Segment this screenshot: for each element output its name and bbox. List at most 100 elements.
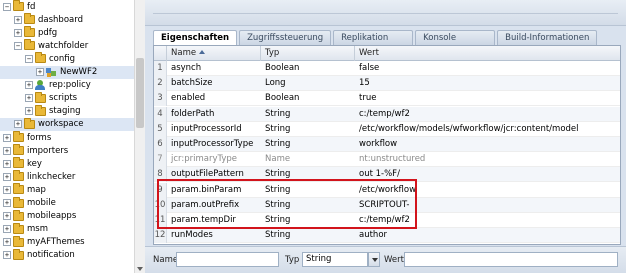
- tree-item[interactable]: + rep:policy: [0, 79, 134, 92]
- tree-item[interactable]: − config: [0, 52, 134, 65]
- expand-icon[interactable]: +: [3, 225, 11, 234]
- tree-item[interactable]: + forms: [0, 131, 134, 144]
- table-row[interactable]: 3 enabled Boolean true: [154, 91, 620, 107]
- tree-item[interactable]: + staging: [0, 104, 134, 118]
- tree-item[interactable]: − fd: [0, 0, 134, 13]
- table-row[interactable]: 6 inputProcessorType String workflow: [154, 137, 620, 152]
- folder-icon: [13, 183, 24, 195]
- tree-item[interactable]: − watchfolder: [0, 39, 134, 52]
- expand-icon[interactable]: +: [36, 68, 44, 76]
- tab-konsole[interactable]: Konsole: [415, 30, 496, 45]
- header-value[interactable]: Wert: [355, 46, 620, 61]
- tree-item-label: forms: [27, 132, 52, 143]
- type-dropdown-button[interactable]: [368, 252, 380, 267]
- table-row[interactable]: 1 asynch Boolean false: [154, 61, 620, 76]
- tab-zugriffssteuerung[interactable]: Zugriffssteuerung: [239, 30, 332, 45]
- row-number: 6: [154, 137, 167, 152]
- tree-item[interactable]: + workspace: [0, 117, 134, 131]
- expand-icon[interactable]: +: [3, 199, 11, 207]
- property-value: c:/temp/wf2: [359, 215, 410, 225]
- expand-icon[interactable]: +: [14, 28, 22, 37]
- table-row[interactable]: 10 param.outPrefix String SCRIPTOUT-: [154, 197, 620, 213]
- expand-icon[interactable]: +: [3, 212, 11, 221]
- collapse-icon[interactable]: −: [25, 54, 33, 63]
- tree-item-label: NewWF2: [60, 67, 98, 77]
- property-name: runModes: [171, 230, 213, 241]
- table-row[interactable]: 4 folderPath String c:/temp/wf2: [154, 106, 620, 122]
- expand-icon[interactable]: +: [25, 107, 33, 116]
- tree-item-label: myAFThemes: [27, 237, 85, 248]
- expand-icon[interactable]: +: [3, 146, 11, 155]
- expand-icon[interactable]: +: [3, 251, 11, 260]
- table-row[interactable]: 12 runModes String author: [154, 228, 620, 244]
- tab-build-informationen[interactable]: Build-Informationen: [497, 30, 598, 45]
- tree-item[interactable]: + scripts: [0, 91, 134, 105]
- expand-icon[interactable]: +: [25, 94, 33, 103]
- tree-item[interactable]: + importers: [0, 144, 134, 157]
- chevron-down-icon: [372, 258, 378, 262]
- table-row[interactable]: 2 batchSize Long 15: [154, 76, 620, 92]
- property-type: String: [265, 123, 291, 134]
- expand-icon[interactable]: +: [14, 120, 22, 129]
- tree-item[interactable]: + linkchecker: [0, 170, 134, 183]
- folder-icon: [24, 39, 35, 51]
- panel-toolbar: [145, 0, 626, 26]
- add-property-form: Name Typ String Wert: [145, 246, 626, 273]
- tab-eigenschaften[interactable]: Eigenschaften: [153, 30, 238, 46]
- table-row[interactable]: 7 jcr:primaryType Name nt:unstructured: [154, 152, 620, 168]
- expand-icon[interactable]: +: [3, 172, 11, 181]
- tree-item[interactable]: + key: [0, 157, 134, 170]
- table-row[interactable]: 11 param.tempDir String c:/temp/wf2: [154, 213, 620, 228]
- grid-header: Name Typ Wert: [154, 46, 620, 61]
- row-number: 3: [154, 91, 167, 107]
- property-name: param.outPrefix: [171, 199, 240, 210]
- tree-item[interactable]: + myAFThemes: [0, 235, 134, 249]
- property-name: param.tempDir: [171, 215, 236, 225]
- tree-item-label: mobile: [27, 198, 56, 208]
- row-number: 9: [154, 182, 167, 198]
- tree-item-label: dashboard: [38, 14, 83, 25]
- property-name: param.binParam: [171, 184, 242, 195]
- properties-grid: Name Typ Wert 1 asynch Boolean false 2 batchS…: [153, 45, 621, 245]
- table-row[interactable]: 8 outputFilePattern String out 1-%F/: [154, 167, 620, 183]
- tree-item[interactable]: + NewWF2: [0, 65, 134, 79]
- table-row[interactable]: 9 param.binParam String/etc/workflow: [154, 182, 620, 198]
- expand-icon[interactable]: +: [14, 15, 22, 24]
- tree-item[interactable]: + msm: [0, 222, 134, 236]
- tree-item[interactable]: + mobile: [0, 196, 134, 210]
- tree-item[interactable]: + dashboard: [0, 13, 134, 26]
- tree-item-label: scripts: [49, 93, 78, 104]
- name-label: Name: [153, 255, 179, 265]
- tree-scrollbar[interactable]: [134, 0, 145, 273]
- tree-item[interactable]: + notification: [0, 248, 134, 262]
- tree-item[interactable]: + pdfg: [0, 26, 134, 39]
- table-row[interactable]: 5 inputProcessorId String/etc/workflow/mod…: [154, 121, 620, 137]
- header-name-label: Name: [171, 48, 197, 58]
- type-select[interactable]: String: [302, 252, 368, 267]
- scroll-down-arrow-icon[interactable]: [137, 267, 143, 271]
- expand-icon[interactable]: +: [3, 159, 11, 168]
- expand-icon[interactable]: +: [25, 81, 33, 90]
- tab-replikation[interactable]: Replikation: [333, 30, 414, 45]
- header-type[interactable]: Typ: [261, 46, 355, 61]
- value-input[interactable]: [404, 252, 618, 267]
- property-type: String: [265, 230, 291, 241]
- collapse-icon[interactable]: −: [3, 2, 11, 11]
- expand-icon[interactable]: +: [3, 133, 11, 142]
- tree-scrollbar-thumb[interactable]: [136, 58, 144, 128]
- expand-icon[interactable]: +: [3, 238, 11, 247]
- tree-item[interactable]: + map: [0, 183, 134, 196]
- property-value: /etc/workflow: [359, 184, 417, 195]
- tree-item-label: msm: [27, 224, 48, 235]
- collapse-icon[interactable]: −: [14, 41, 22, 50]
- header-name[interactable]: Name: [167, 46, 261, 61]
- folder-icon: [24, 26, 35, 38]
- property-value: workflow: [359, 139, 398, 149]
- tree-item[interactable]: + mobileapps: [0, 209, 134, 223]
- name-input[interactable]: [176, 252, 279, 267]
- property-type: String: [265, 108, 291, 119]
- expand-icon[interactable]: +: [3, 185, 11, 194]
- tree-item-label: workspace: [38, 119, 84, 130]
- property-type: String: [265, 215, 291, 225]
- row-number: 12: [154, 228, 167, 244]
